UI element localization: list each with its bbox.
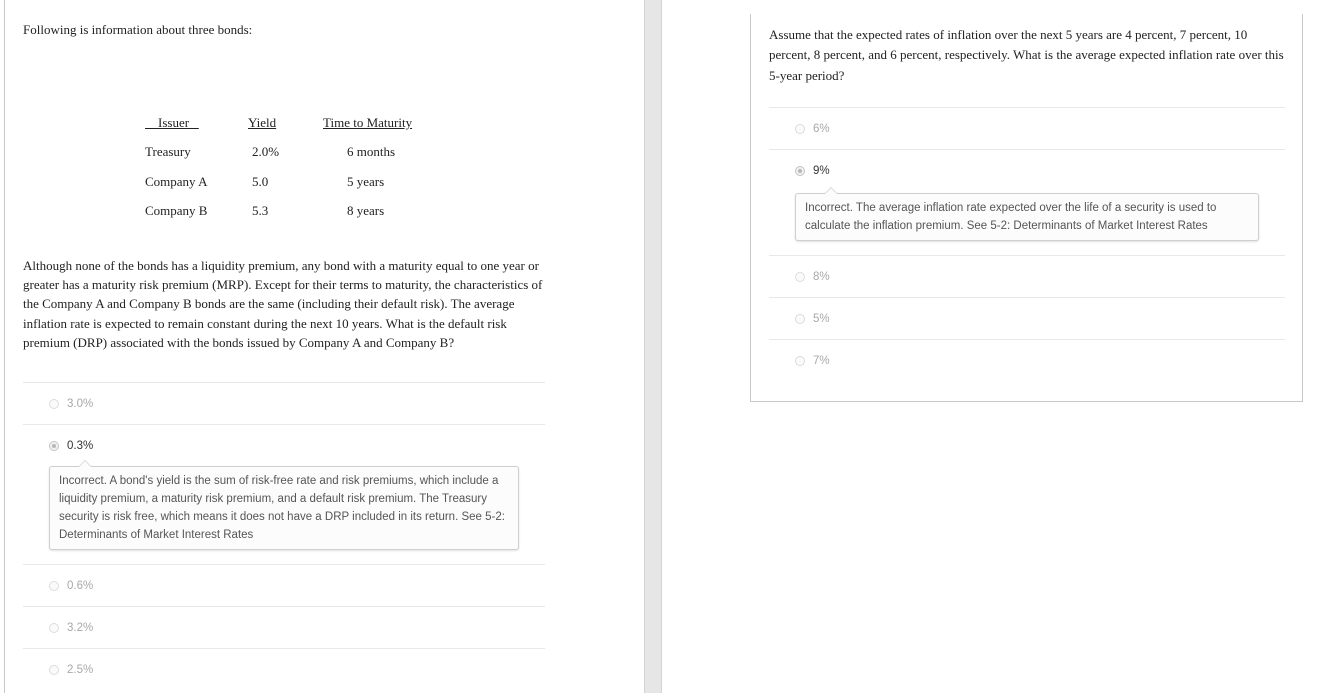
cell-yield: 5.0 (252, 173, 269, 189)
answer-options: 3.0% 0.3% Incorrect. A bond's yield is t… (23, 382, 545, 690)
answer-option-selected[interactable]: 9% Incorrect. The average inflation rate… (769, 149, 1285, 255)
radio-button[interactable] (49, 398, 59, 409)
feedback-tooltip: Incorrect. The average inflation rate ex… (795, 187, 1259, 241)
table-header-row: Issuer Yield Time to Maturity (145, 108, 433, 138)
option-label: 5% (813, 312, 830, 325)
cell-maturity: 6 months (347, 144, 396, 160)
table-row: Company A 5.0 5 years (145, 167, 433, 197)
answer-option[interactable]: 2.5% (23, 648, 545, 690)
option-label: 9% (813, 164, 830, 177)
cell-maturity: 8 years (347, 203, 385, 219)
table-row: Treasury 2.0% 6 months (145, 138, 433, 168)
answer-option[interactable]: 0.6% (23, 564, 545, 606)
radio-button[interactable] (49, 622, 59, 633)
question-intro: Following is information about three bon… (23, 22, 253, 37)
question-prompt: Although none of the bonds has a liquidi… (23, 258, 543, 350)
answer-option[interactable]: 7% (769, 339, 1285, 381)
option-label: 7% (813, 354, 830, 367)
option-label: 8% (813, 270, 830, 283)
header-issuer: Issuer (158, 114, 190, 130)
cell-yield: 5.3 (252, 203, 269, 219)
radio-button[interactable] (795, 355, 805, 366)
feedback-tooltip: Incorrect. A bond's yield is the sum of … (49, 460, 519, 550)
panel-divider[interactable] (644, 0, 662, 693)
header-yield: Yield (248, 114, 277, 130)
option-label: 2.5% (67, 663, 94, 676)
answer-option[interactable]: 8% (769, 255, 1285, 297)
radio-button[interactable] (49, 580, 59, 591)
bonds-table: Issuer Yield Time to Maturity Treasury 2… (145, 108, 433, 226)
cell-issuer: Company B (145, 203, 208, 219)
answer-option[interactable]: 6% (769, 107, 1285, 149)
radio-button-selected[interactable] (49, 440, 59, 451)
option-label: 3.2% (67, 621, 94, 634)
answer-option[interactable]: 3.0% (23, 382, 545, 424)
option-label: 6% (813, 122, 830, 135)
right-question-card: Assume that the expected rates of inflat… (750, 14, 1303, 402)
radio-button[interactable] (795, 271, 805, 282)
option-label: 3.0% (67, 397, 94, 410)
question-prompt: Assume that the expected rates of inflat… (769, 27, 1284, 83)
answer-option-selected[interactable]: 0.3% Incorrect. A bond's yield is the su… (23, 424, 545, 564)
radio-button[interactable] (795, 313, 805, 324)
cell-yield: 2.0% (252, 144, 280, 160)
radio-button[interactable] (49, 664, 59, 675)
table-row: Company B 5.3 8 years (145, 197, 433, 227)
answer-options: 6% 9% Incorrect. The average inflation r… (769, 107, 1285, 381)
option-label: 0.3% (67, 439, 94, 452)
radio-button-selected[interactable] (795, 165, 805, 176)
radio-button[interactable] (795, 123, 805, 134)
cell-issuer: Treasury (145, 144, 191, 160)
header-maturity: Time to Maturity (323, 114, 413, 130)
left-question-panel: Following is information about three bon… (4, 0, 645, 693)
option-label: 0.6% (67, 579, 94, 592)
answer-option[interactable]: 5% (769, 297, 1285, 339)
cell-issuer: Company A (145, 173, 208, 189)
cell-maturity: 5 years (347, 173, 385, 189)
answer-option[interactable]: 3.2% (23, 606, 545, 648)
